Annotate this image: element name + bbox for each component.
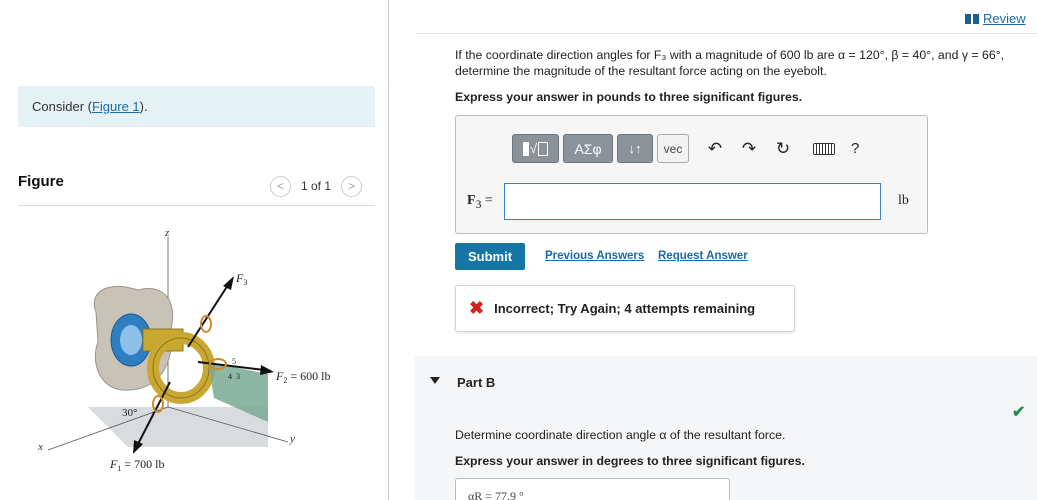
part-b-question: Determine coordinate direction angle α o…: [455, 428, 786, 442]
ground-plane: [88, 407, 268, 447]
templates-button[interactable]: √: [512, 134, 559, 163]
template-square-icon: [522, 141, 529, 156]
part-b-instruction: Express your answer in degrees to three …: [455, 454, 805, 468]
y-axis-label: y: [289, 433, 295, 445]
question-instruction: Express your answer in pounds to three s…: [455, 90, 803, 104]
left-panel: Consider (Figure 1). Figure < 1 of 1 > z…: [0, 0, 390, 500]
f1-label: F1 = 700 lb: [109, 457, 164, 473]
part-b-answer: αR = 77.9 °: [455, 478, 730, 500]
vector-button[interactable]: vec: [657, 134, 689, 163]
figure-pager: < 1 of 1 >: [270, 175, 363, 197]
help-icon[interactable]: ?: [851, 140, 859, 157]
pager-text: 1 of 1: [301, 179, 332, 193]
f2-label: F2 = 600 lb: [275, 369, 330, 385]
question-text: If the coordinate direction angles for F…: [455, 48, 1005, 78]
answer-unit: lb: [898, 193, 909, 208]
figure-link[interactable]: Figure 1: [92, 99, 140, 114]
incorrect-icon: ✖: [469, 298, 485, 318]
request-answer-link[interactable]: Request Answer: [658, 250, 748, 262]
sqrt-icon: √: [529, 141, 538, 156]
triangle-3-label: 3: [236, 372, 240, 381]
answer-input[interactable]: [504, 183, 881, 220]
x-axis-label: x: [37, 441, 43, 453]
redo-icon[interactable]: ↷: [737, 137, 761, 161]
arrows-button[interactable]: ↓↑: [617, 134, 653, 163]
figure-divider: [18, 205, 375, 206]
f3-label-sub: 3: [243, 278, 247, 287]
angle-label: 30°: [122, 407, 137, 419]
triangle-4-label: 4: [228, 372, 232, 381]
review-link[interactable]: Review: [965, 11, 1026, 26]
panel-divider: [388, 0, 389, 500]
answer-label-var: F: [467, 193, 476, 208]
submit-button[interactable]: Submit: [455, 243, 525, 270]
f2-label-value: = 600 lb: [287, 369, 330, 383]
z-axis-label: z: [164, 227, 170, 239]
reset-icon[interactable]: ↻: [771, 137, 795, 161]
template-box-icon: [538, 141, 549, 156]
keyboard-icon[interactable]: [813, 142, 835, 155]
undo-icon[interactable]: ↶: [703, 137, 727, 161]
collapse-arrow-icon[interactable]: [430, 377, 440, 384]
math-toolbar: √ ΑΣφ ↓↑ vec ↶ ↷ ↻ ?: [512, 134, 859, 163]
f3-arrowhead: [223, 276, 234, 290]
consider-suffix: ).: [139, 99, 148, 114]
f3-label: F3: [235, 271, 247, 287]
checkmark-icon: ✔: [1012, 404, 1026, 421]
previous-answers-link[interactable]: Previous Answers: [545, 250, 644, 262]
consider-prefix: Consider (: [32, 99, 92, 114]
eyebolt-figure: z y x F3 F2 = 600 lb F1 = 700 lb 30° 5 4…: [37, 227, 330, 473]
part-b-title[interactable]: Part B: [457, 375, 495, 390]
figure-title: Figure: [18, 173, 64, 190]
chevron-left-icon: <: [276, 179, 284, 193]
next-figure-button[interactable]: >: [341, 175, 363, 197]
triangle-5-label: 5: [232, 357, 236, 366]
consider-banner: Consider (Figure 1).: [18, 86, 375, 127]
answer-label: F3 =: [467, 193, 493, 211]
answer-label-eq: =: [481, 193, 493, 208]
wall-plate-center: [120, 325, 142, 355]
book-icon: [965, 13, 979, 24]
review-label: Review: [983, 11, 1026, 26]
greek-symbols-button[interactable]: ΑΣφ: [563, 134, 613, 163]
feedback-box: ✖ Incorrect; Try Again; 4 attempts remai…: [455, 285, 795, 332]
f2-arrowhead: [260, 365, 274, 375]
header-divider: [415, 33, 1037, 34]
feedback-text: Incorrect; Try Again; 4 attempts remaini…: [494, 301, 756, 316]
f1-label-value: = 700 lb: [121, 457, 164, 471]
chevron-right-icon: >: [348, 179, 356, 193]
prev-figure-button[interactable]: <: [270, 175, 291, 197]
